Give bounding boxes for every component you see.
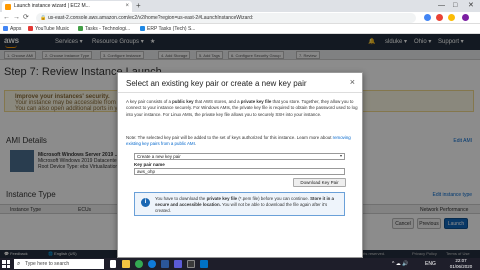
close-window-button[interactable]: ✕ xyxy=(468,0,474,12)
forward-button[interactable]: → xyxy=(13,13,20,23)
close-icon[interactable]: × xyxy=(350,78,355,87)
windows-start-icon[interactable] xyxy=(2,260,10,268)
language-indicator[interactable]: ENG xyxy=(425,258,436,270)
download-key-pair-button[interactable]: Download Key Pair xyxy=(293,178,346,187)
key-pair-name-label: Key pair name xyxy=(134,162,165,167)
youtube-music-icon xyxy=(28,26,33,31)
key-pair-name-input[interactable]: aws_ohp xyxy=(134,168,345,175)
clock-date: 01/06/2020 xyxy=(449,264,473,269)
select-value: Create a new key pair xyxy=(137,154,181,159)
reload-button[interactable]: ⟳ xyxy=(23,13,29,23)
back-button[interactable]: ← xyxy=(3,13,10,23)
profile-avatar[interactable] xyxy=(462,14,469,21)
task-view-icon[interactable] xyxy=(110,260,116,268)
search-placeholder: Type here to search xyxy=(25,261,70,267)
aws-favicon-icon xyxy=(5,4,11,10)
apps-grid-icon xyxy=(3,26,8,31)
new-tab-button[interactable]: + xyxy=(136,0,141,12)
minimize-button[interactable]: — xyxy=(438,0,445,12)
terminal-icon[interactable] xyxy=(187,260,195,268)
tab-close-icon[interactable]: × xyxy=(125,1,129,12)
system-tray-icons[interactable]: ^ ☁ 🔊 xyxy=(392,258,408,270)
tab-title: Launch instance wizard | EC2 M... xyxy=(14,3,90,9)
chevron-down-icon: ▾ xyxy=(339,153,342,158)
key-pair-option-select[interactable]: Create a new key pair ▾ xyxy=(134,153,345,160)
lock-icon: 🔒 xyxy=(40,15,47,21)
extension-icon[interactable] xyxy=(436,14,443,21)
clock[interactable]: 22:07 01/06/2020 xyxy=(445,258,477,270)
key-pair-description: A key pair consists of a public key that… xyxy=(126,99,358,117)
url-text: us-east-2.console.aws.amazon.com/ec2/v2/… xyxy=(48,15,254,21)
extension-icon[interactable] xyxy=(424,14,431,21)
store-icon[interactable] xyxy=(174,260,182,268)
bookmarks-bar: Apps YouTube Music Tasks - Technologi...… xyxy=(0,24,480,34)
bookmark-youtube-music[interactable]: YouTube Music xyxy=(28,24,69,34)
bookmark-erp-tasks[interactable]: ERP Tasks (Tech) S... xyxy=(140,24,195,34)
word-icon[interactable] xyxy=(161,260,169,268)
maximize-button[interactable]: □ xyxy=(453,0,457,12)
windows-taskbar: ⌕ Type here to search ^ ☁ 🔊 ENG 22:07 01… xyxy=(0,258,480,270)
chrome-icon[interactable] xyxy=(135,260,143,268)
bookmark-apps[interactable]: Apps xyxy=(3,24,21,34)
info-icon: i xyxy=(141,198,150,207)
dialog-divider xyxy=(118,92,362,93)
erp-tasks-icon xyxy=(140,26,145,31)
file-explorer-icon[interactable] xyxy=(122,260,130,268)
outlook-icon[interactable] xyxy=(200,260,208,268)
search-icon: ⌕ xyxy=(17,261,21,267)
dialog-title: Select an existing key pair or create a … xyxy=(126,79,307,88)
download-info-box: i You have to download the private key f… xyxy=(134,192,345,216)
tasks-icon xyxy=(78,26,83,31)
bookmark-tasks[interactable]: Tasks - Technologi... xyxy=(78,24,130,34)
taskbar-search-input[interactable]: ⌕ Type here to search xyxy=(14,259,104,269)
edge-icon[interactable] xyxy=(148,260,156,268)
url-input[interactable]: 🔒 us-east-2.console.aws.amazon.com/ec2/v… xyxy=(36,13,416,23)
browser-tab-bar: Launch instance wizard | EC2 M... × + — … xyxy=(0,0,480,12)
extension-icon[interactable] xyxy=(448,14,455,21)
browser-tab[interactable]: Launch instance wizard | EC2 M... × xyxy=(2,1,132,12)
key-pair-note: Note: The selected key pair will be adde… xyxy=(126,135,351,147)
address-bar-row: ← → ⟳ 🔒 us-east-2.console.aws.amazon.com… xyxy=(0,12,480,24)
